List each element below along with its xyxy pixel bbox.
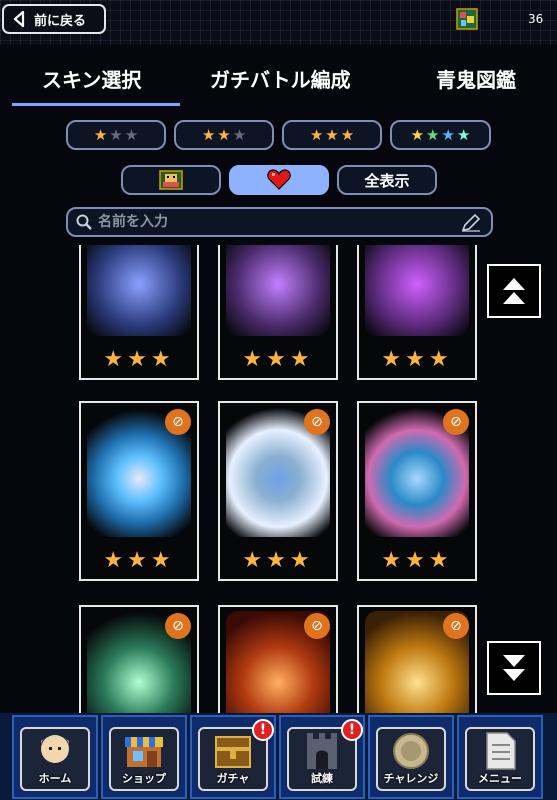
heart-icon <box>267 169 291 190</box>
currency-count: 36 <box>528 12 544 26</box>
favorite-badge-icon: ⊘ <box>443 409 469 435</box>
star-icon: ★ <box>217 125 231 144</box>
nav-shop-label: ショップ <box>122 772 166 785</box>
skin-card[interactable]: ★★★ <box>79 245 199 380</box>
favorite-badge-icon: ⊘ <box>443 613 469 639</box>
star-icon: ★ <box>309 125 324 144</box>
notification-badge: ! <box>252 719 274 741</box>
favorite-filter-button[interactable] <box>229 165 329 195</box>
nav-challenge-frame: チャレンジ <box>376 727 446 791</box>
nav-shop-frame: ショップ <box>109 727 179 791</box>
show-all-button[interactable]: 全表示 <box>337 165 437 195</box>
skin-rarity-stars: ★★★ <box>103 548 175 573</box>
tab-gachi-battle[interactable]: ガチバトル編成 <box>210 64 351 93</box>
rarity-filter-3[interactable]: ★ ★ ★ <box>282 120 382 150</box>
star-icon: ★ <box>340 125 355 144</box>
active-tab-indicator <box>12 103 180 106</box>
double-up-arrow-icon <box>503 278 525 304</box>
scroll-bottom-button[interactable] <box>487 641 541 695</box>
nav-shop[interactable]: ショップ <box>101 715 187 799</box>
rarity-filter-4[interactable]: ★ ★ ★ ★ <box>390 120 491 150</box>
nav-gacha[interactable]: ガチャ ! <box>190 715 276 799</box>
nav-menu-frame: メニュー <box>465 727 535 791</box>
nav-home-frame: ホーム <box>20 727 90 791</box>
rarity-filter-1[interactable]: ★ ★ ★ <box>66 120 166 150</box>
back-arrow-icon <box>12 10 26 28</box>
nav-trial[interactable]: 試練 ! <box>279 715 365 799</box>
skin-rarity-stars: ★★★ <box>242 548 314 573</box>
skin-list[interactable]: ★★★ ★★★ ★★★ ⊘ ★★★ ⊘ ★★★ ⊘ ★★★ ⊘ ⊘ ⊘ <box>0 245 557 715</box>
star-icon: ★ <box>201 125 216 144</box>
skin-portrait <box>87 245 191 336</box>
nav-challenge[interactable]: チャレンジ <box>368 715 454 799</box>
star-icon: ★ <box>325 125 339 144</box>
skin-card[interactable]: ★★★ <box>218 245 338 380</box>
skin-card[interactable]: ⊘ ★★★ <box>218 401 338 581</box>
character-icon <box>159 170 183 190</box>
star-icon: ★ <box>124 125 139 144</box>
rarity-filter-2[interactable]: ★ ★ ★ <box>174 120 274 150</box>
nav-home-label: ホーム <box>38 772 72 785</box>
skin-rarity-stars: ★★★ <box>381 548 453 573</box>
back-button[interactable]: 前に戻る <box>2 4 106 34</box>
notification-badge: ! <box>341 719 363 741</box>
nav-menu[interactable]: メニュー <box>457 715 543 799</box>
skin-card[interactable]: ★★★ <box>357 245 477 380</box>
tab-skin-select[interactable]: スキン選択 <box>42 64 141 93</box>
skin-rarity-stars: ★★★ <box>103 347 175 372</box>
rainbow-star-icon: ★ <box>426 125 440 144</box>
nav-gacha-label: ガチャ <box>216 772 250 785</box>
tab-aooni-book[interactable]: 青鬼図鑑 <box>436 64 516 93</box>
skin-rarity-stars: ★★★ <box>242 347 314 372</box>
back-label: 前に戻る <box>34 13 87 29</box>
nav-home[interactable]: ホーム <box>12 715 98 799</box>
favorite-badge-icon: ⊘ <box>304 409 330 435</box>
skin-card[interactable]: ⊘ ★★★ <box>357 401 477 581</box>
menu-icon <box>486 732 516 770</box>
rainbow-star-icon: ★ <box>441 125 455 144</box>
tab-bar: スキン選択 ガチバトル編成 青鬼図鑑 <box>0 60 557 106</box>
nav-trial-label: 試練 <box>311 772 333 785</box>
pencil-icon[interactable] <box>461 214 481 232</box>
search-bar <box>66 207 493 237</box>
star-icon: ★ <box>93 125 108 144</box>
search-icon <box>76 214 92 230</box>
rainbow-star-icon: ★ <box>410 125 425 144</box>
skin-card[interactable]: ⊘ <box>218 605 338 715</box>
character-filter-button[interactable] <box>121 165 221 195</box>
rainbow-star-icon: ★ <box>456 125 471 144</box>
nav-challenge-label: チャレンジ <box>383 772 439 785</box>
ticket-icon <box>456 8 478 30</box>
skin-card[interactable]: ⊘ ★★★ <box>79 401 199 581</box>
home-icon <box>41 735 69 763</box>
star-icon: ★ <box>232 125 247 144</box>
shop-icon <box>125 737 163 767</box>
show-all-label: 全表示 <box>364 171 410 190</box>
favorite-badge-icon: ⊘ <box>165 409 191 435</box>
star-icon: ★ <box>109 125 123 144</box>
favorite-badge-icon: ⊘ <box>165 613 191 639</box>
search-input[interactable] <box>96 213 460 231</box>
nav-menu-label: メニュー <box>478 772 522 785</box>
skin-portrait <box>226 245 330 336</box>
scroll-top-button[interactable] <box>487 264 541 318</box>
favorite-badge-icon: ⊘ <box>304 613 330 639</box>
skin-rarity-stars: ★★★ <box>381 347 453 372</box>
skin-card[interactable]: ⊘ <box>79 605 199 715</box>
skin-portrait <box>365 245 469 336</box>
challenge-icon <box>393 733 429 769</box>
skin-card[interactable]: ⊘ <box>357 605 477 715</box>
double-down-arrow-icon <box>503 655 525 681</box>
